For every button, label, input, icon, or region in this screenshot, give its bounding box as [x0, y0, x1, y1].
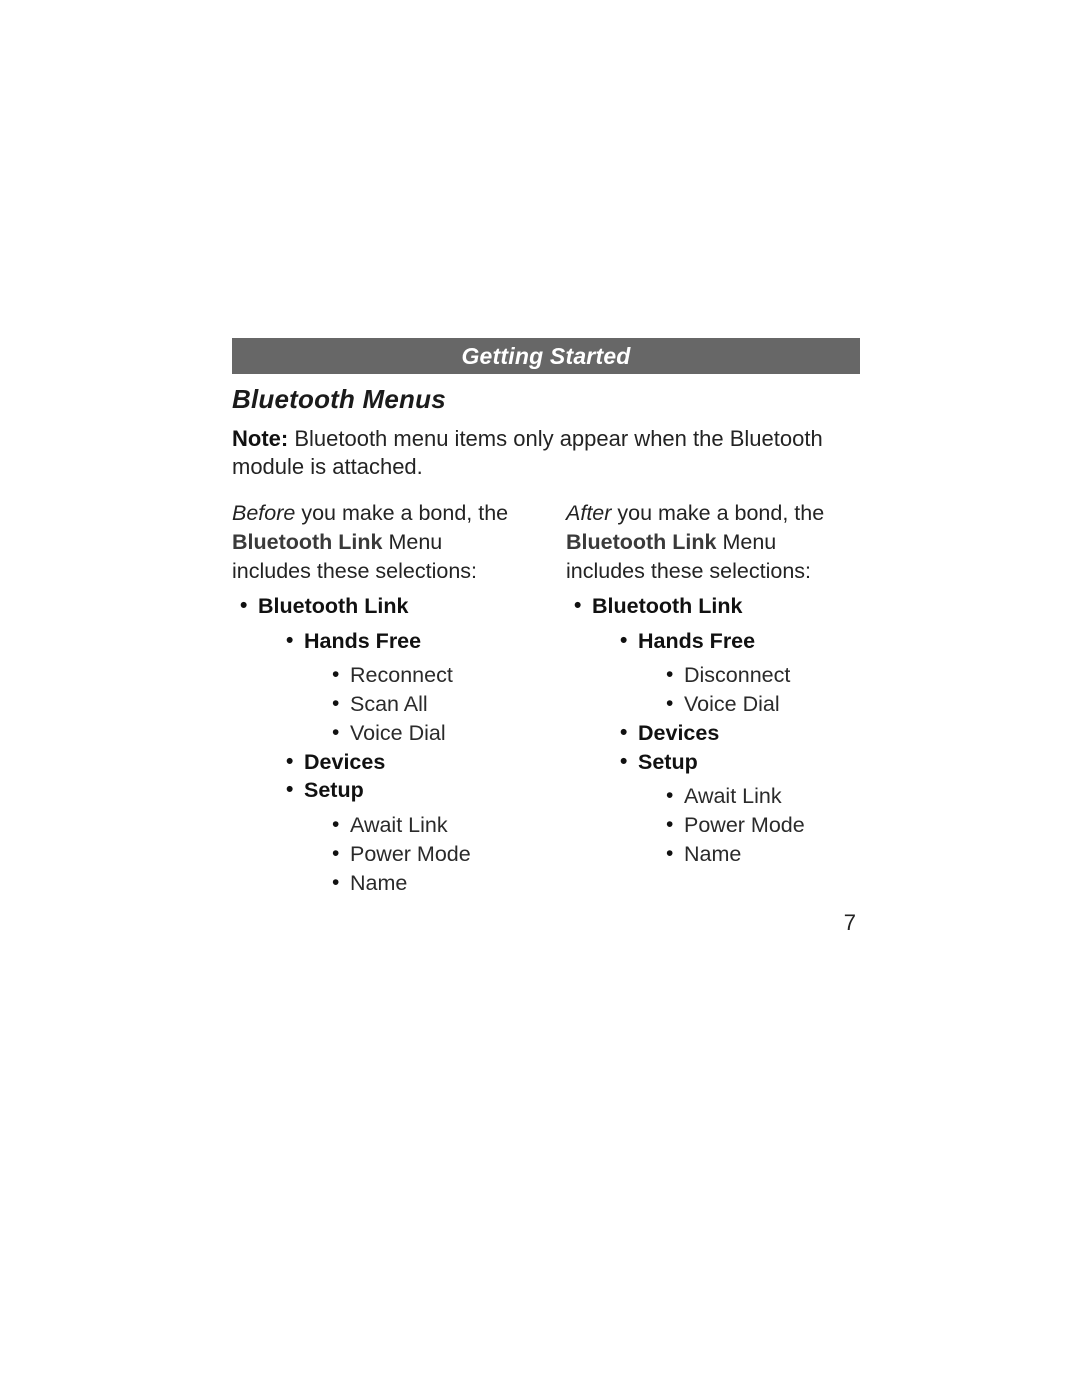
before-setup-item: Await Link	[324, 811, 526, 840]
note-text: Bluetooth menu items only appear when th…	[232, 426, 823, 479]
after-setup-item: Name	[658, 840, 860, 869]
before-rest: you make a bond, the	[295, 501, 508, 525]
before-hf-item-label: Reconnect	[350, 663, 453, 687]
before-setup: Setup Await Link Power Mode Name	[278, 776, 526, 897]
before-hf-item: Scan All	[324, 690, 526, 719]
note-paragraph: Note: Bluetooth menu items only appear w…	[232, 425, 860, 481]
before-menu-name: Bluetooth Link	[232, 530, 382, 554]
before-setup-item-label: Power Mode	[350, 842, 471, 866]
content-block: Getting Started Bluetooth Menus Note: Bl…	[232, 338, 860, 898]
after-column: After you make a bond, the Bluetooth Lin…	[566, 499, 860, 897]
before-setup-label: Setup	[304, 778, 364, 802]
after-hf-item-label: Voice Dial	[684, 692, 780, 716]
header-bar: Getting Started	[232, 338, 860, 374]
after-setup-item: Await Link	[658, 782, 860, 811]
after-rest: you make a bond, the	[611, 501, 824, 525]
header-title: Getting Started	[461, 343, 630, 370]
before-devices: Devices	[278, 748, 526, 777]
after-setup-item-label: Name	[684, 842, 741, 866]
before-hf-item: Voice Dial	[324, 719, 526, 748]
note-label: Note:	[232, 426, 288, 451]
after-setup: Setup Await Link Power Mode Name	[612, 748, 860, 869]
before-root: Bluetooth Link Hands Free Reconnect Scan…	[232, 592, 526, 898]
after-hf-item: Disconnect	[658, 661, 860, 690]
after-root-label: Bluetooth Link	[592, 594, 742, 618]
before-menu-tree: Bluetooth Link Hands Free Reconnect Scan…	[232, 592, 526, 898]
after-setup-item-label: Await Link	[684, 784, 782, 808]
after-handsfree-label: Hands Free	[638, 629, 755, 653]
before-setup-item-label: Await Link	[350, 813, 448, 837]
before-setup-item-label: Name	[350, 871, 407, 895]
before-handsfree: Hands Free Reconnect Scan All Voice Dial	[278, 627, 526, 748]
page: Getting Started Bluetooth Menus Note: Bl…	[0, 0, 1080, 1397]
before-devices-label: Devices	[304, 750, 385, 774]
before-hf-item-label: Scan All	[350, 692, 428, 716]
after-setup-item: Power Mode	[658, 811, 860, 840]
page-number: 7	[844, 910, 856, 936]
before-intro: Before you make a bond, the Bluetooth Li…	[232, 499, 526, 585]
after-menu-tree: Bluetooth Link Hands Free Disconnect Voi…	[566, 592, 860, 869]
before-hf-item-label: Voice Dial	[350, 721, 446, 745]
after-setup-label: Setup	[638, 750, 698, 774]
before-column: Before you make a bond, the Bluetooth Li…	[232, 499, 526, 897]
after-intro: After you make a bond, the Bluetooth Lin…	[566, 499, 860, 585]
after-hf-item-label: Disconnect	[684, 663, 790, 687]
before-hf-item: Reconnect	[324, 661, 526, 690]
after-handsfree: Hands Free Disconnect Voice Dial	[612, 627, 860, 719]
section-title: Bluetooth Menus	[232, 384, 860, 415]
after-menu-name: Bluetooth Link	[566, 530, 716, 554]
before-setup-item: Power Mode	[324, 840, 526, 869]
after-root: Bluetooth Link Hands Free Disconnect Voi…	[566, 592, 860, 869]
before-emphasis: Before	[232, 501, 295, 525]
after-devices: Devices	[612, 719, 860, 748]
after-devices-label: Devices	[638, 721, 719, 745]
after-hf-item: Voice Dial	[658, 690, 860, 719]
before-root-label: Bluetooth Link	[258, 594, 408, 618]
before-setup-item: Name	[324, 869, 526, 898]
after-setup-item-label: Power Mode	[684, 813, 805, 837]
after-emphasis: After	[566, 501, 611, 525]
two-column-layout: Before you make a bond, the Bluetooth Li…	[232, 499, 860, 897]
before-handsfree-label: Hands Free	[304, 629, 421, 653]
